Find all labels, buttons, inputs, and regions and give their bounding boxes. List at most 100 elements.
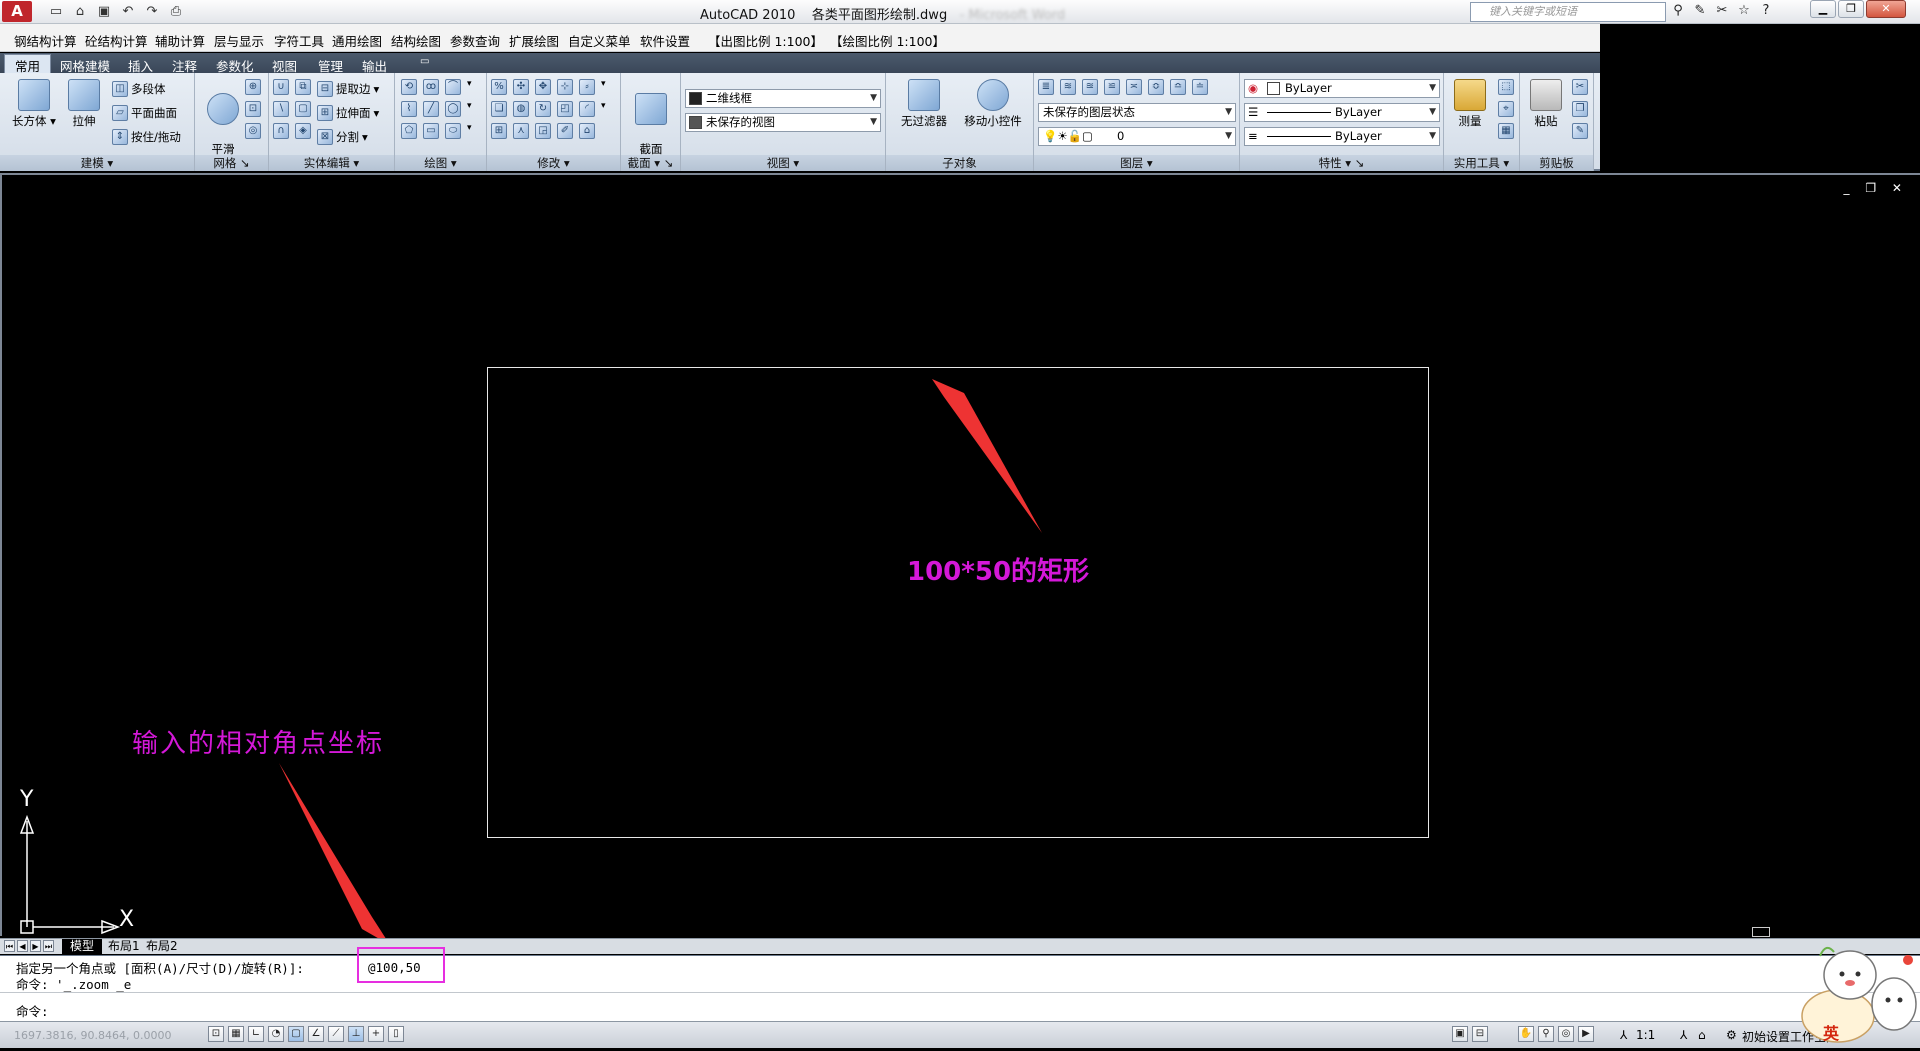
cut-icon[interactable]: ✂ <box>1572 79 1588 95</box>
match-properties-icon[interactable]: ✎ <box>1572 123 1588 139</box>
ortho-icon[interactable]: ∟ <box>248 1026 264 1042</box>
mirror-3d-icon[interactable]: ⋏ <box>513 123 529 139</box>
explode-icon[interactable]: ⌂ <box>579 123 595 139</box>
tab-model[interactable]: 模型 <box>62 939 103 954</box>
3d-array-icon[interactable]: ◍ <box>513 101 529 117</box>
3d-align-icon[interactable]: ⊹ <box>557 79 573 95</box>
rotate-icon[interactable]: ⟲ <box>401 79 417 95</box>
mesh-smooth-icon[interactable]: ◎ <box>245 123 261 139</box>
layer-previous-icon[interactable]: ≋ <box>1060 79 1076 95</box>
layer-walk-icon[interactable]: ≐ <box>1192 79 1208 95</box>
model-space-icon[interactable]: ▣ <box>1452 1026 1468 1042</box>
visual-style-dropdown[interactable]: 二维线框 ▼ <box>685 89 881 108</box>
panel-title-modeling[interactable]: 建模 ▾ <box>0 155 194 171</box>
trim-icon[interactable]: ⸗ <box>579 79 595 95</box>
new-icon[interactable]: ▭ <box>46 2 66 21</box>
tab-layout1[interactable]: 布局1 <box>108 939 140 954</box>
extrude-button[interactable]: 拉伸 <box>60 79 108 128</box>
print-icon[interactable]: ⎙ <box>166 2 186 21</box>
rotate-2d-icon[interactable]: ↻ <box>535 101 551 117</box>
menu-concrete-calc[interactable]: 砼结构计算 <box>85 31 148 50</box>
last-tab-icon[interactable]: ⏭ <box>43 940 54 952</box>
calculator-icon[interactable]: ▦ <box>1498 123 1514 139</box>
open-icon[interactable]: ⌂ <box>70 2 90 21</box>
panel-title-mesh[interactable]: 网格 ↘ <box>195 155 268 171</box>
mesh-crease-icon[interactable]: ⊡ <box>245 101 261 117</box>
drawing-canvas[interactable]: _ ❐ ✕ 100*50的矩形 输入的相对角点坐标 Y X <box>0 173 1920 938</box>
annotation-scale-value[interactable]: 1:1 <box>1636 1028 1655 1042</box>
auto-scale-icon[interactable]: ⌂ <box>1698 1028 1706 1042</box>
panel-title-clipboard[interactable]: 剪贴板 <box>1520 155 1593 171</box>
color-dropdown[interactable]: ◉ ByLayer ▼ <box>1244 79 1440 98</box>
rectangle-icon[interactable]: ▭ <box>423 123 439 139</box>
panel-title-modify[interactable]: 修改 ▾ <box>487 155 620 171</box>
fillet-icon[interactable]: ◜ <box>579 101 595 117</box>
erase-icon[interactable]: ✐ <box>557 123 573 139</box>
copy-clip-icon[interactable]: ❐ <box>1572 101 1588 117</box>
circle-icon[interactable]: ◯ <box>445 101 461 117</box>
star-icon[interactable]: ☆ <box>1734 2 1754 21</box>
quick-select-icon[interactable]: ⬚ <box>1498 79 1514 95</box>
prev-tab-icon[interactable]: ◀ <box>17 940 28 952</box>
command-window[interactable]: 指定另一个角点或 [面积(A)/尺寸(D)/旋转(R)]: @100,50 命令… <box>0 955 1920 1021</box>
panel-title-section[interactable]: 截面 ▾ ↘ <box>621 155 680 171</box>
separate-button[interactable]: ⊠ 分割 ▾ <box>317 129 368 145</box>
pan-icon[interactable]: ✋ <box>1518 1026 1534 1042</box>
polar-icon[interactable]: ◔ <box>268 1026 284 1042</box>
command-input-line[interactable]: 命令: <box>16 1001 49 1020</box>
array-icon[interactable]: ⊞ <box>491 123 507 139</box>
close-button[interactable]: ✕ <box>1866 0 1906 18</box>
search-input[interactable]: 键入关键字或短语 <box>1470 2 1666 22</box>
imprint-icon[interactable]: ◈ <box>295 123 311 139</box>
arc-dropdown-icon[interactable]: ▾ <box>467 79 477 95</box>
menu-aux-calc[interactable]: 辅助计算 <box>155 31 205 50</box>
menu-struct-draw[interactable]: 结构绘图 <box>391 31 441 50</box>
line-icon[interactable]: ╱ <box>423 101 439 117</box>
redo-icon[interactable]: ↷ <box>142 2 162 21</box>
annotation-scale-icon[interactable]: ⅄ <box>1620 1028 1627 1042</box>
layer-state-dropdown[interactable]: 未保存的图层状态 ▼ <box>1038 103 1236 122</box>
layer-lock-icon[interactable]: ≎ <box>1148 79 1164 95</box>
ribbon-minimize-icon[interactable]: ▭ <box>420 56 429 67</box>
move-gizmo-button[interactable]: 移动小控件 <box>960 79 1026 128</box>
zoom-icon[interactable]: ⚲ <box>1538 1026 1554 1042</box>
menu-output-scale[interactable]: 【出图比例 1:100】 <box>708 31 823 50</box>
3d-rotate-icon[interactable]: ✣ <box>513 79 529 95</box>
ducs-icon[interactable]: ⊥ <box>348 1026 364 1042</box>
named-view-dropdown[interactable]: 未保存的视图 ▼ <box>685 113 881 132</box>
intersect-icon[interactable]: ∩ <box>273 123 289 139</box>
3d-move-icon[interactable]: ✥ <box>535 79 551 95</box>
lineweight-toggle-icon[interactable]: ▯ <box>388 1026 404 1042</box>
scale-icon[interactable]: ◰ <box>557 101 573 117</box>
autocad-logo-icon[interactable]: A <box>2 1 32 22</box>
trim-dropdown-icon[interactable]: ▾ <box>601 79 611 95</box>
otrack-icon[interactable]: ⟋ <box>328 1026 344 1042</box>
select-similar-icon[interactable]: ⌖ <box>1498 101 1514 117</box>
layer-freeze-icon[interactable]: ≍ <box>1126 79 1142 95</box>
circle-dropdown-icon[interactable]: ▾ <box>467 101 477 117</box>
grid-icon[interactable]: ▦ <box>228 1026 244 1042</box>
box-button[interactable]: 长方体 ▾ <box>10 79 58 128</box>
menu-custom[interactable]: 自定义菜单 <box>568 31 631 50</box>
workspace-gear-icon[interactable]: ⚙ <box>1726 1028 1737 1042</box>
help-icon[interactable]: ? <box>1756 2 1776 21</box>
panel-title-solid-edit[interactable]: 实体编辑 ▾ <box>269 155 394 171</box>
osnap-icon[interactable]: ▢ <box>288 1026 304 1042</box>
shell-icon[interactable]: ▢ <box>295 101 311 117</box>
menu-steel-calc[interactable]: 钢结构计算 <box>14 31 77 50</box>
menu-software-settings[interactable]: 软件设置 <box>640 31 690 50</box>
presspull-button[interactable]: ⇕ 按住/拖动 <box>112 129 181 145</box>
panel-title-utilities[interactable]: 实用工具 ▾ <box>1444 155 1519 171</box>
menu-param-query[interactable]: 参数查询 <box>450 31 500 50</box>
paste-button[interactable]: 粘贴 <box>1522 79 1570 128</box>
3d-osnap-icon[interactable]: ∠ <box>308 1026 324 1042</box>
annotation-visibility-icon[interactable]: ⅄ <box>1680 1028 1687 1042</box>
ellipse-dropdown-icon[interactable]: ▾ <box>467 123 477 139</box>
lineweight-dropdown[interactable]: ≡ ByLayer ▼ <box>1244 127 1440 146</box>
infer-constraints-icon[interactable]: ⊡ <box>208 1026 224 1042</box>
planesurf-button[interactable]: ▱ 平面曲面 <box>112 105 177 121</box>
layout-view-icon[interactable]: ⊟ <box>1472 1026 1488 1042</box>
tools-icon[interactable]: ✂ <box>1712 2 1732 21</box>
next-tab-icon[interactable]: ▶ <box>30 940 41 952</box>
percent-icon[interactable]: % <box>491 79 507 95</box>
